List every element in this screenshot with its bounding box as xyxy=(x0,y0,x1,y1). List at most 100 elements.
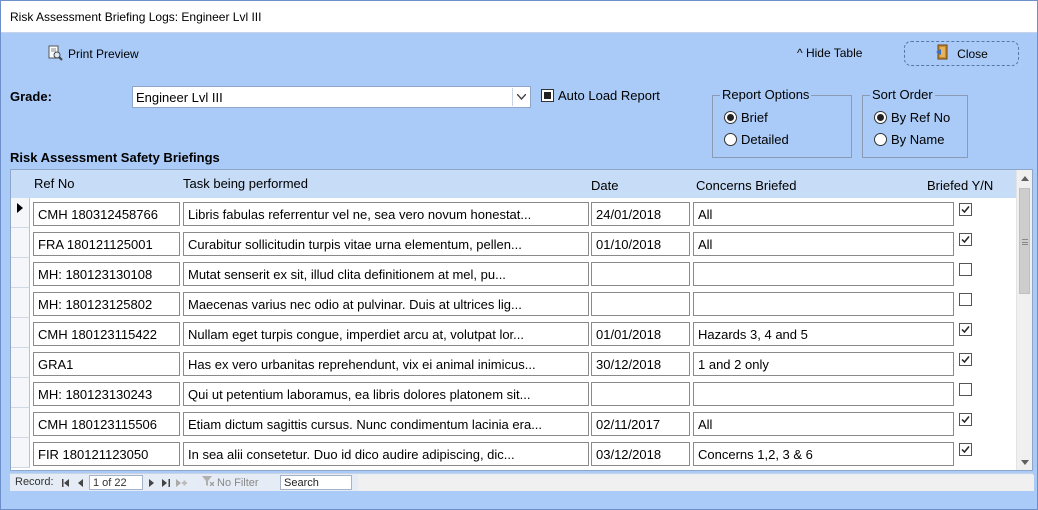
cell-concerns[interactable]: Concerns 1,2, 3 & 6 xyxy=(693,442,954,466)
cell-task[interactable]: In sea alii consetetur. Duo id dico audi… xyxy=(183,442,589,466)
radio-by-name[interactable]: By Name xyxy=(874,132,944,147)
header-task[interactable]: Task being performed xyxy=(183,176,308,191)
record-selector[interactable] xyxy=(11,348,30,378)
record-selector[interactable] xyxy=(11,408,30,438)
record-selector[interactable] xyxy=(11,378,30,408)
cell-ref-no[interactable]: CMH 180123115506 xyxy=(33,412,180,436)
cell-date[interactable]: 03/12/2018 xyxy=(591,442,690,466)
no-filter-button[interactable]: No Filter xyxy=(202,476,259,489)
auto-load-checkbox-box[interactable] xyxy=(541,89,554,102)
cell-date[interactable]: 30/12/2018 xyxy=(591,352,690,376)
scroll-up-icon[interactable] xyxy=(1017,170,1032,186)
cell-date[interactable] xyxy=(591,382,690,406)
scroll-down-icon[interactable] xyxy=(1017,454,1032,470)
current-record-field[interactable]: 1 of 22 xyxy=(89,475,143,490)
cell-ref-no[interactable]: CMH 180312458766 xyxy=(33,202,180,226)
cell-task[interactable]: Qui ut petentium laboramus, ea libris do… xyxy=(183,382,589,406)
previous-record-icon[interactable] xyxy=(74,476,86,489)
combo-dropdown-icon[interactable] xyxy=(512,88,529,106)
table-row[interactable]: FRA 180121125001 Curabitur sollicitudin t… xyxy=(11,228,1017,258)
first-record-icon[interactable] xyxy=(60,476,72,489)
record-selector[interactable] xyxy=(11,318,30,348)
cell-ref-no[interactable]: MH: 180123130243 xyxy=(33,382,180,406)
briefed-checkbox[interactable] xyxy=(959,203,972,216)
radio-brief-label: Brief xyxy=(741,110,768,125)
cell-task[interactable]: Curabitur sollicitudin turpis vitae urna… xyxy=(183,232,589,256)
cell-date[interactable]: 01/10/2018 xyxy=(591,232,690,256)
cell-concerns[interactable]: 1 and 2 only xyxy=(693,352,954,376)
cell-task[interactable]: Nullam eget turpis congue, imperdiet arc… xyxy=(183,322,589,346)
radio-brief-circle[interactable] xyxy=(724,111,737,124)
cell-concerns[interactable] xyxy=(693,382,954,406)
cell-date[interactable]: 24/01/2018 xyxy=(591,202,690,226)
radio-detailed[interactable]: Detailed xyxy=(724,132,789,147)
vertical-scrollbar[interactable] xyxy=(1016,170,1032,470)
briefed-checkbox[interactable] xyxy=(959,353,972,366)
cell-ref-no[interactable]: MH: 180123130108 xyxy=(33,262,180,286)
radio-brief[interactable]: Brief xyxy=(724,110,768,125)
cell-task[interactable]: Mutat senserit ex sit, illud clita defin… xyxy=(183,262,589,286)
next-record-icon[interactable] xyxy=(146,476,158,489)
print-preview-button[interactable]: Print Preview xyxy=(47,45,139,63)
record-selector[interactable] xyxy=(11,438,30,468)
briefed-checkbox[interactable] xyxy=(959,263,972,276)
table-row[interactable]: MH: 180123130108 Mutat senserit ex sit, i… xyxy=(11,258,1017,288)
header-concerns[interactable]: Concerns Briefed xyxy=(696,178,796,193)
close-button[interactable]: Close xyxy=(904,41,1019,66)
record-selector[interactable] xyxy=(11,198,30,228)
table-row[interactable]: MH: 180123130243 Qui ut petentium laboram… xyxy=(11,378,1017,408)
scrollbar-thumb[interactable] xyxy=(1019,188,1030,294)
search-input[interactable]: Search xyxy=(280,475,352,490)
last-record-icon[interactable] xyxy=(160,476,172,489)
cell-ref-no[interactable]: GRA1 xyxy=(33,352,180,376)
header-date[interactable]: Date xyxy=(591,178,618,193)
radio-by-ref-no[interactable]: By Ref No xyxy=(874,110,950,125)
horizontal-scrollbar[interactable] xyxy=(358,475,1034,491)
cell-date[interactable]: 02/11/2017 xyxy=(591,412,690,436)
briefed-checkbox[interactable] xyxy=(959,413,972,426)
cell-task[interactable]: Etiam dictum sagittis cursus. Nunc condi… xyxy=(183,412,589,436)
table-row[interactable]: FIR 180121123050 In sea alii consetetur. … xyxy=(11,438,1017,468)
header-ref-no[interactable]: Ref No xyxy=(34,176,74,191)
hide-table-button[interactable]: ^ Hide Table xyxy=(797,46,862,60)
grade-combobox[interactable]: Engineer Lvl III xyxy=(132,86,531,108)
radio-by-name-circle[interactable] xyxy=(874,133,887,146)
record-selector[interactable] xyxy=(11,228,30,258)
briefed-checkbox[interactable] xyxy=(959,323,972,336)
auto-load-report-checkbox[interactable]: Auto Load Report xyxy=(541,88,660,103)
cell-task[interactable]: Libris fabulas referrentur vel ne, sea v… xyxy=(183,202,589,226)
cell-date[interactable] xyxy=(591,262,690,286)
record-selector[interactable] xyxy=(11,258,30,288)
cell-ref-no[interactable]: MH: 180123125802 xyxy=(33,292,180,316)
cell-date[interactable] xyxy=(591,292,690,316)
cell-concerns[interactable] xyxy=(693,262,954,286)
cell-ref-no[interactable]: FRA 180121125001 xyxy=(33,232,180,256)
cell-task[interactable]: Has ex vero urbanitas reprehendunt, vix … xyxy=(183,352,589,376)
table-row[interactable]: MH: 180123125802 Maecenas varius nec odio… xyxy=(11,288,1017,318)
new-record-icon[interactable] xyxy=(175,476,187,489)
header-briefed[interactable]: Briefed Y/N xyxy=(927,178,993,193)
briefed-checkbox[interactable] xyxy=(959,233,972,246)
radio-detailed-circle[interactable] xyxy=(724,133,737,146)
cell-ref-no[interactable]: FIR 180121123050 xyxy=(33,442,180,466)
cell-task[interactable]: Maecenas varius nec odio at pulvinar. Du… xyxy=(183,292,589,316)
table-row[interactable]: GRA1 Has ex vero urbanitas reprehendunt, … xyxy=(11,348,1017,378)
record-selector[interactable] xyxy=(11,288,30,318)
table-row[interactable]: CMH 180123115422 Nullam eget turpis congu… xyxy=(11,318,1017,348)
table-row[interactable]: CMH 180123115506 Etiam dictum sagittis cu… xyxy=(11,408,1017,438)
radio-by-ref-no-label: By Ref No xyxy=(891,110,951,125)
cell-concerns[interactable]: All xyxy=(693,232,954,256)
cell-concerns[interactable]: All xyxy=(693,412,954,436)
cell-date[interactable]: 01/01/2018 xyxy=(591,322,690,346)
briefed-checkbox[interactable] xyxy=(959,293,972,306)
briefings-datasheet: Ref No Task being performed Date Concern… xyxy=(10,169,1033,471)
cell-concerns[interactable]: Hazards 3, 4 and 5 xyxy=(693,322,954,346)
cell-ref-no[interactable]: CMH 180123115422 xyxy=(33,322,180,346)
no-filter-label: No Filter xyxy=(217,476,259,489)
briefed-checkbox[interactable] xyxy=(959,443,972,456)
cell-concerns[interactable]: All xyxy=(693,202,954,226)
table-row[interactable]: CMH 180312458766 Libris fabulas referrent… xyxy=(11,198,1017,228)
radio-by-ref-no-circle[interactable] xyxy=(874,111,887,124)
cell-concerns[interactable] xyxy=(693,292,954,316)
briefed-checkbox[interactable] xyxy=(959,383,972,396)
